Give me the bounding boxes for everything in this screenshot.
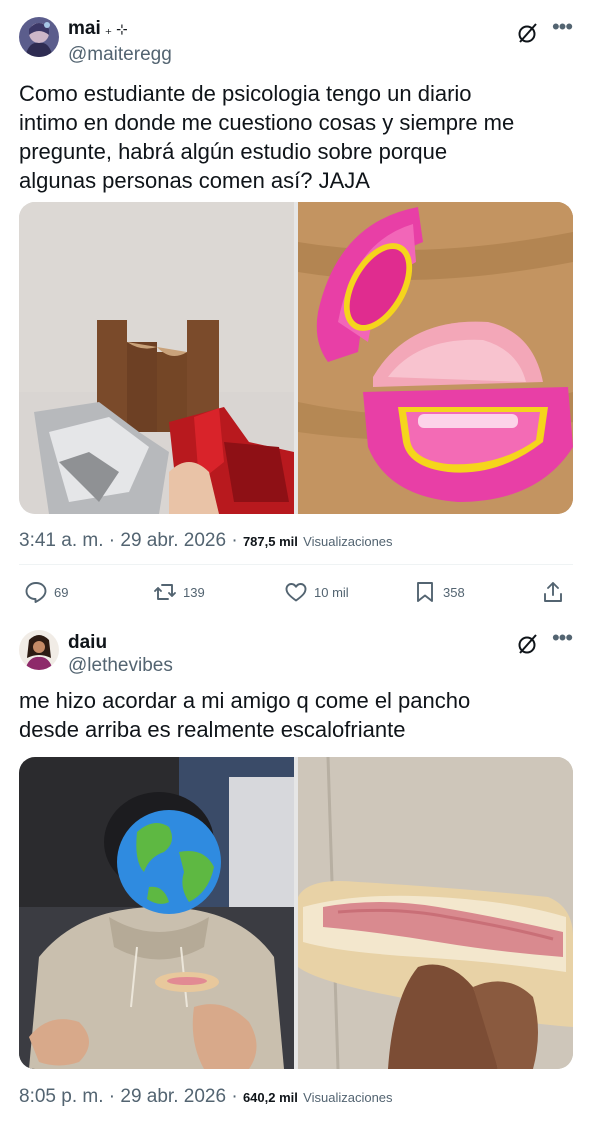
tweet-media[interactable] (19, 202, 573, 514)
repost-count: 139 (183, 584, 205, 600)
reply-button[interactable]: 69 (24, 579, 68, 605)
tweet-date[interactable]: 29 abr. 2026 (120, 530, 226, 551)
display-name-text[interactable]: mai (68, 18, 101, 39)
tweet-timestamp[interactable]: 3:41 a. m. · 29 abr. 2026 · 787,5 mil Vi… (19, 530, 393, 552)
name-decoration: ₊ ⊹ (104, 21, 128, 37)
views-label: Visualizaciones (303, 1090, 393, 1105)
media-image-hotdog[interactable] (298, 757, 573, 1069)
user-handle[interactable]: @lethevibes (68, 655, 173, 677)
avatar[interactable] (19, 630, 59, 670)
share-icon (544, 582, 562, 602)
reply-icon (25, 582, 47, 603)
media-image-bubble-tape[interactable] (298, 202, 573, 514)
views-count: 787,5 mil (242, 534, 298, 549)
grok-icon[interactable] (516, 21, 540, 45)
repost-icon (154, 584, 176, 600)
grok-icon[interactable] (516, 632, 540, 656)
heart-icon (285, 583, 307, 602)
bookmark-icon (417, 582, 433, 602)
divider (19, 564, 573, 565)
tweet-text: Como estudiante de psicologia tengo un d… (19, 81, 515, 193)
share-button[interactable] (541, 579, 571, 605)
tweet-timestamp[interactable]: 8:05 p. m. · 29 abr. 2026 · 640,2 mil Vi… (19, 1086, 393, 1108)
display-name-text[interactable]: daiu (68, 632, 107, 653)
bookmark-count: 358 (443, 584, 465, 600)
more-icon[interactable]: ••• (550, 627, 574, 653)
avatar[interactable] (19, 17, 59, 57)
like-count: 10 mil (314, 584, 349, 600)
display-name[interactable]: daiu (68, 632, 107, 654)
repost-button[interactable]: 139 (153, 579, 205, 605)
tweet-media[interactable] (19, 757, 573, 1069)
views-count: 640,2 mil (242, 1090, 298, 1105)
like-button[interactable]: 10 mil (284, 579, 349, 605)
bookmark-button[interactable]: 358 (413, 579, 465, 605)
tweet-date[interactable]: 29 abr. 2026 (120, 1086, 226, 1107)
reply-count: 69 (54, 584, 69, 600)
tweet-2: daiu @lethevibes ••• me hizo acordar a m… (0, 618, 600, 1121)
media-image-person[interactable] (19, 757, 294, 1069)
tweet-time[interactable]: 8:05 p. m. (19, 1086, 104, 1107)
user-handle[interactable]: @maiteregg (68, 44, 172, 66)
views-label: Visualizaciones (303, 534, 393, 549)
tweet-1: mai ₊ ⊹ @maiteregg ••• Como estudiante de… (0, 0, 600, 618)
media-image-kitkat[interactable] (19, 202, 294, 514)
more-icon[interactable]: ••• (550, 16, 574, 42)
tweet-text: me hizo acordar a mi amigo q come el pan… (19, 688, 471, 742)
tweet-time[interactable]: 3:41 a. m. (19, 530, 104, 551)
display-name[interactable]: mai ₊ ⊹ (68, 18, 128, 40)
